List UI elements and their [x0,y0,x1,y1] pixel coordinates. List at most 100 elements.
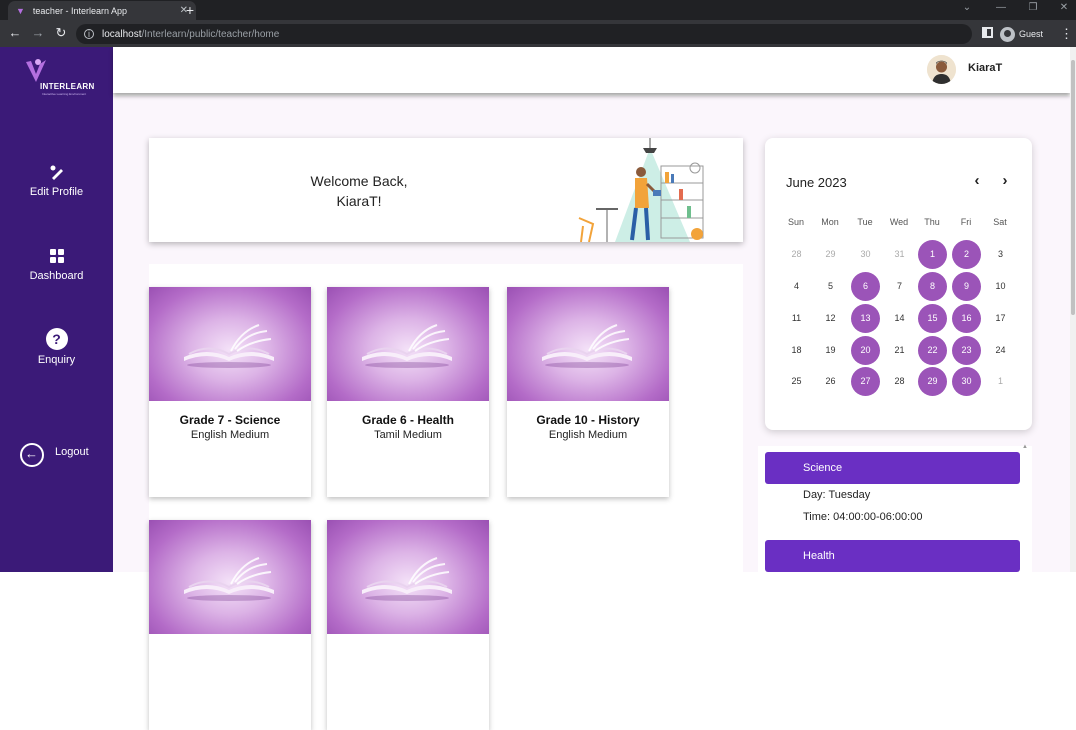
browser-tab[interactable]: ▼ teacher - Interlearn App ✕ [8,1,196,20]
minimize-icon[interactable]: — [994,2,1008,13]
calendar-weekday-label: Fri [960,217,972,227]
calendar-day[interactable]: 18 [782,336,811,365]
new-tab-icon[interactable]: + [182,2,198,18]
calendar-day[interactable]: 21 [885,336,914,365]
welcome-line-1: Welcome Back, [310,173,408,189]
calendar-day[interactable]: 16 [952,304,981,333]
tab-search-icon[interactable]: ⌄ [960,2,974,13]
course-book-image [149,287,311,401]
calendar-day[interactable]: 4 [782,272,811,301]
calendar-month-label: June 2023 [786,175,847,190]
forward-icon[interactable]: → [28,23,48,43]
logout-label: Logout [55,446,89,458]
calendar-day[interactable]: 14 [885,304,914,333]
calendar-weekday-label: Thu [924,217,940,227]
calendar-day[interactable]: 19 [816,336,845,365]
sidebar-item-dashboard[interactable]: Dashboard [0,246,113,282]
course-book-image [327,287,489,401]
calendar-day[interactable]: 3 [986,240,1015,269]
welcome-line-2: KiaraT! [336,193,382,209]
interlearn-favicon-icon: ▼ [16,5,25,16]
calendar-weekday-label: Sun [787,217,804,227]
avatar[interactable] [927,55,956,84]
schedule-item-header[interactable]: Health [765,540,1020,572]
course-medium: Tamil Medium [374,429,442,441]
calendar-day[interactable]: 17 [986,304,1015,333]
calendar-day[interactable]: 1 [918,240,947,269]
calendar-day[interactable]: 25 [782,367,811,396]
course-title: Grade 6 - Health [361,413,455,427]
profile-button[interactable]: Guest [1000,24,1052,44]
calendar-day[interactable]: 1 [986,367,1015,396]
course-book-image [327,520,489,634]
sidebar-item-label: Edit Profile [29,186,84,198]
url-path: /Interlearn/public/teacher/home [141,28,280,40]
sidebar-item-edit-profile[interactable]: Edit Profile [0,162,113,198]
calendar-day[interactable]: 24 [986,336,1015,365]
calendar-day[interactable]: 22 [918,336,947,365]
logo-text: INTERLEARN [40,82,95,91]
close-window-icon[interactable]: ✕ [1057,2,1071,13]
course-medium: English Medium [548,429,628,441]
calendar-day[interactable]: 13 [851,304,880,333]
course-card[interactable] [327,520,489,730]
logout-icon [20,443,44,467]
calendar-day[interactable]: 9 [952,272,981,301]
calendar-day[interactable]: 28 [885,367,914,396]
interlearn-logo[interactable]: INTERLEARN Interactive Learning Environm… [20,58,95,102]
chevron-left-icon[interactable]: ‹ [970,172,984,189]
browser-menu-icon[interactable]: ⋮ [1060,24,1073,44]
course-title: Grade 10 - History [536,413,640,427]
back-icon[interactable]: ← [5,23,25,43]
calendar-day[interactable]: 7 [885,272,914,301]
sidebar-item-enquiry[interactable]: ? Enquiry [0,328,113,366]
side-panel-icon[interactable] [982,27,993,38]
course-card[interactable]: Grade 7 - Science English Medium [149,287,311,497]
logout-button[interactable]: Logout [20,441,100,471]
calendar-day[interactable]: 6 [851,272,880,301]
schedule-subject: Science [803,462,843,474]
calendar-day[interactable]: 11 [782,304,811,333]
teacher-illustration [578,138,704,242]
calendar-day[interactable]: 27 [851,367,880,396]
calendar-day[interactable]: 20 [851,336,880,365]
calendar-day[interactable]: 2 [952,240,981,269]
calendar-day[interactable]: 15 [918,304,947,333]
calendar-day[interactable]: 23 [952,336,981,365]
restore-icon[interactable]: ❐ [1026,2,1040,13]
dashboard-grid-icon [47,246,67,266]
welcome-message: Welcome Back, KiaraT! [269,171,449,211]
chevron-right-icon[interactable]: › [998,172,1012,189]
guest-avatar-icon [1000,26,1015,42]
course-title: Grade 7 - Science [179,413,281,427]
site-info-icon[interactable]: i [84,29,94,39]
calendar-day[interactable]: 5 [816,272,845,301]
calendar-day[interactable]: 28 [782,240,811,269]
help-question-icon: ? [45,328,68,350]
calendar-day[interactable]: 29 [918,367,947,396]
calendar-day[interactable]: 29 [816,240,845,269]
course-book-image [507,287,669,401]
address-bar[interactable]: i localhost/Interlearn/public/teacher/ho… [76,24,972,44]
course-card[interactable] [149,520,311,730]
browser-tab-title: teacher - Interlearn App [32,5,127,16]
scroll-up-icon[interactable]: ▲ [1022,444,1028,452]
course-card[interactable]: Grade 6 - Health Tamil Medium [327,287,489,497]
reload-icon[interactable]: ↻ [51,23,71,43]
calendar-day[interactable]: 26 [816,367,845,396]
calendar-day[interactable]: 8 [918,272,947,301]
course-card[interactable]: Grade 10 - History English Medium [507,287,669,497]
calendar-day[interactable]: 10 [986,272,1015,301]
schedule-subject: Health [803,550,835,562]
header-username[interactable]: KiaraT [968,62,1002,74]
calendar-day[interactable]: 12 [816,304,845,333]
welcome-card: Welcome Back, KiaraT! [149,138,743,242]
calendar-day[interactable]: 30 [851,240,880,269]
page-scrollbar-thumb[interactable] [1071,60,1075,315]
course-book-image [149,520,311,634]
edit-icon [47,162,67,182]
schedule-item-header[interactable]: Science [765,452,1020,484]
profile-label: Guest [1019,29,1044,39]
calendar-day[interactable]: 31 [885,240,914,269]
calendar-day[interactable]: 30 [952,367,981,396]
